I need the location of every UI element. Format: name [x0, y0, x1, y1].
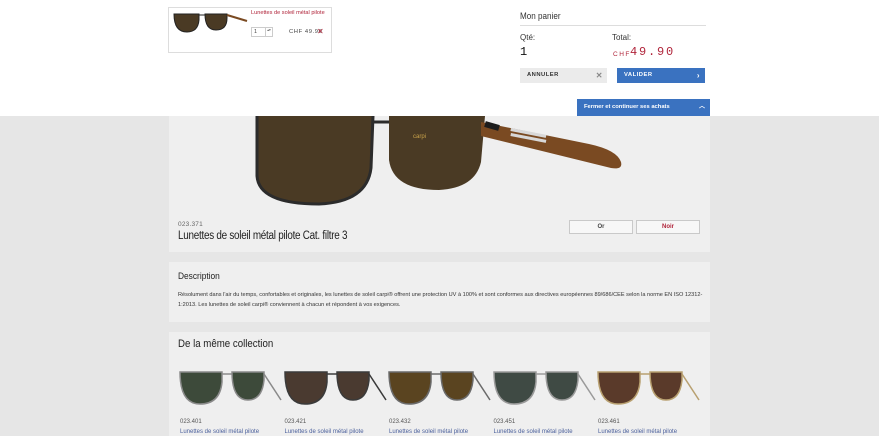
continue-shopping-button[interactable]: Fermer et continuer ses achats ︿ [577, 99, 710, 116]
cancel-button-label: ANNULER [527, 72, 559, 78]
collection-item[interactable]: 023.461 Lunettes de soleil métal pilote [596, 364, 700, 436]
collection-item-image[interactable] [387, 364, 491, 412]
collection-item-code: 023.401 [180, 419, 202, 425]
validate-button[interactable]: VALIDER › [617, 68, 705, 83]
product-hero: carpi 023.371 Lunettes de soleil métal p… [169, 116, 710, 252]
collection-item[interactable]: 023.451 Lunettes de soleil métal pilote [492, 364, 596, 436]
collection-item[interactable]: 023.432 Lunettes de soleil métal pilote [387, 364, 491, 436]
variant-noir-button[interactable]: Noir [636, 220, 700, 234]
collection-item-code: 023.451 [493, 419, 516, 425]
collection-item-name[interactable]: Lunettes de soleil métal pilote [389, 429, 468, 435]
divider [520, 25, 706, 26]
quantity-value: 1 [520, 45, 528, 59]
collection-item-name[interactable]: Lunettes de soleil métal pilote [180, 429, 259, 435]
cart-item-name[interactable]: Lunettes de soleil métal pilote [251, 10, 325, 16]
total-amount: 49.90 [630, 45, 676, 59]
cart-title: Mon panier [520, 11, 561, 21]
collection-section: De la même collection 023.401 Lunettes de… [169, 332, 710, 436]
collection-item-image[interactable] [283, 364, 387, 412]
product-title: Lunettes de soleil métal pilote Cat. fil… [178, 230, 348, 242]
product-main-image: carpi [255, 116, 622, 206]
collection-item-image[interactable] [492, 364, 596, 412]
chevron-up-icon: ︿ [698, 104, 705, 110]
collection-item-name[interactable]: Lunettes de soleil métal pilote [494, 429, 573, 435]
cancel-button[interactable]: ANNULER ✕ [520, 68, 607, 83]
description-section: Description Résolument dans l'air du tem… [169, 262, 710, 322]
remove-item-icon[interactable]: ✕ [317, 27, 324, 37]
collection-item-image[interactable] [596, 364, 700, 412]
validate-button-label: VALIDER [624, 72, 653, 78]
cart-overlay: Lunettes de soleil métal pilote 1 ▴▾ CHF… [0, 0, 879, 116]
description-heading: Description [178, 271, 220, 282]
continue-shopping-label: Fermer et continuer ses achats [584, 104, 670, 110]
collection-item[interactable]: 023.401 Lunettes de soleil métal pilote [178, 364, 282, 436]
close-icon: ✕ [595, 71, 603, 80]
chevron-right-icon: › [696, 71, 700, 80]
collection-item-code: 023.461 [598, 419, 620, 425]
collection-item[interactable]: 023.421 Lunettes de soleil métal pilote [283, 364, 387, 436]
quantity-stepper[interactable]: ▴▾ [265, 28, 272, 36]
description-text: Résolument dans l'air du temps, conforta… [178, 292, 703, 308]
collection-item-code: 023.421 [284, 419, 307, 425]
svg-text:carpi: carpi [413, 134, 426, 140]
cart-item: Lunettes de soleil métal pilote 1 ▴▾ CHF… [168, 7, 332, 53]
total-currency: CHF [613, 51, 631, 58]
variant-or-button[interactable]: Or [569, 220, 633, 234]
collection-item-code: 023.432 [389, 419, 411, 425]
collection-item-name[interactable]: Lunettes de soleil métal pilote [285, 429, 364, 435]
collection-item-image[interactable] [178, 364, 282, 412]
total-label: Total: [612, 33, 632, 42]
product-code: 023.371 [178, 221, 203, 228]
cart-item-thumbnail[interactable] [171, 10, 249, 34]
collection-heading: De la même collection [178, 338, 274, 350]
collection-item-name[interactable]: Lunettes de soleil métal pilote [598, 429, 677, 435]
quantity-label: Qté: [520, 33, 536, 42]
